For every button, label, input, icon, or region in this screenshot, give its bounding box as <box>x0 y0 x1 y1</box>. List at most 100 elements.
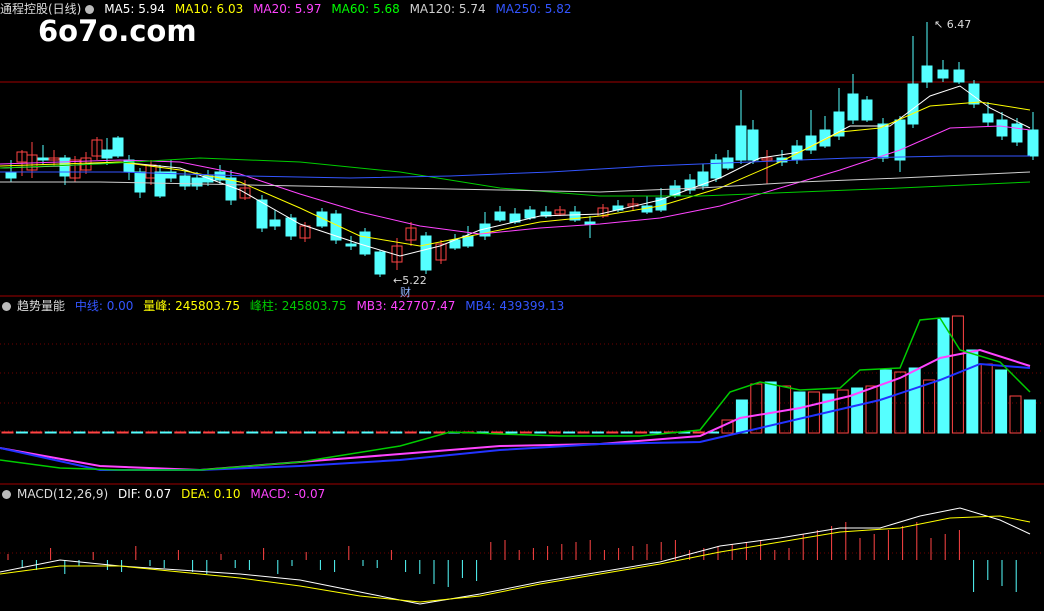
candle-body <box>747 129 759 161</box>
volume-bar <box>606 431 619 434</box>
vol-peak-label: 量峰: 245803.75 <box>143 299 241 313</box>
vol-midline-label: 中线: 0.00 <box>74 299 134 313</box>
indicator-toggle-dot[interactable] <box>85 5 95 14</box>
candle-body <box>877 123 889 159</box>
volume-bar <box>505 431 518 434</box>
vol-peak-line <box>0 317 1031 471</box>
candle-body <box>345 243 357 247</box>
ma250-label: MA250: 5.82 <box>495 2 572 16</box>
volume-bar <box>44 431 57 434</box>
volume-bar <box>534 431 547 434</box>
volume-bar <box>30 431 43 434</box>
volume-bar <box>1 431 14 434</box>
candle-body <box>996 119 1008 137</box>
volume-bar <box>231 431 244 434</box>
vol-peakbar-label: 峰柱: 245803.75 <box>249 299 347 313</box>
vol-mb3-label: MB3: 427707.47 <box>356 299 456 313</box>
volume-bar <box>361 431 374 434</box>
volume-bar <box>87 431 100 434</box>
volume-bar <box>289 431 302 434</box>
candle-body <box>37 157 49 161</box>
macd-dif-line <box>0 507 1031 605</box>
candle-body <box>165 171 177 179</box>
volume-bar <box>923 379 936 434</box>
volume-bar <box>1023 399 1036 434</box>
candle-body <box>982 113 994 123</box>
candle-body <box>861 99 873 121</box>
volume-bar <box>145 431 158 434</box>
candle-body <box>937 69 949 79</box>
candle-body <box>584 221 596 225</box>
volume-bar <box>879 369 892 434</box>
volume-bar <box>793 391 806 434</box>
volume-bar <box>491 431 504 434</box>
volume-bar <box>692 431 705 434</box>
candle-body <box>953 69 965 83</box>
volume-bar <box>260 431 273 434</box>
candle-body <box>269 219 281 227</box>
volume-panel-title: 趋势量能 <box>17 299 66 313</box>
watermark-logo: 6o7o.com <box>38 14 197 48</box>
volume-bar <box>159 431 172 434</box>
volume-bar <box>519 431 532 434</box>
candle-body <box>494 211 506 221</box>
volume-bar <box>131 431 144 434</box>
volume-bar <box>807 391 820 434</box>
volume-bar <box>577 431 590 434</box>
candle-body <box>374 251 386 275</box>
candle-body <box>316 211 328 227</box>
volume-bar <box>649 431 662 434</box>
volume-bar <box>995 369 1008 434</box>
candle-body <box>112 137 124 157</box>
volume-bar <box>390 431 403 434</box>
macd-panel-header: MACD(12,26,9) DIF: 0.07 DEA: 0.10 MACD: … <box>0 485 331 503</box>
ma120-label: MA120: 5.74 <box>409 2 486 16</box>
candle-body <box>524 209 536 219</box>
volume-bar <box>275 431 288 434</box>
vol-mb4-label: MB4: 439399.13 <box>465 299 565 313</box>
candle-body <box>420 235 432 271</box>
volume-bar <box>203 431 216 434</box>
candle-body <box>59 157 71 177</box>
volume-bar <box>59 431 72 434</box>
volume-bar <box>188 431 201 434</box>
candle-body <box>179 175 191 187</box>
candle-body <box>710 159 722 179</box>
candle-body <box>1027 129 1039 157</box>
macd-dea-label: DEA: 0.10 <box>181 487 241 501</box>
vol-mb3-line <box>0 348 1031 472</box>
candle-body <box>5 171 17 179</box>
volume-bar <box>966 349 979 434</box>
volume-bar <box>419 431 432 434</box>
candle-body <box>1011 123 1023 143</box>
volume-bar <box>908 367 921 434</box>
indicator-toggle-dot[interactable] <box>2 302 11 311</box>
vol-mb4-line <box>0 362 1031 471</box>
volume-bar <box>1009 395 1022 434</box>
volume-bar <box>318 431 331 434</box>
volume-bar <box>563 431 576 434</box>
candle-body <box>847 93 859 121</box>
indicator-toggle-dot[interactable] <box>2 490 11 499</box>
volume-bar <box>635 431 648 434</box>
candle-body <box>359 231 371 255</box>
high-price-label: ↖ 6.47 <box>934 18 972 31</box>
volume-bar <box>591 431 604 434</box>
volume-bar <box>303 431 316 434</box>
candle-body <box>921 65 933 83</box>
candle-body <box>191 177 203 187</box>
ma60-label: MA60: 5.68 <box>331 2 400 16</box>
volume-bar <box>347 431 360 434</box>
volume-bar <box>865 385 878 434</box>
volume-bar <box>332 431 345 434</box>
macd-panel-title: MACD(12,26,9) <box>17 487 109 501</box>
volume-bar <box>73 431 86 434</box>
volume-bar <box>246 431 259 434</box>
candle-body <box>894 119 906 161</box>
volume-bar <box>217 431 230 434</box>
volume-panel-header: 趋势量能 中线: 0.00 量峰: 245803.75 峰柱: 245803.7… <box>0 297 570 315</box>
volume-bar <box>102 431 115 434</box>
volume-bar <box>375 431 388 434</box>
ma20-label: MA20: 5.97 <box>253 2 322 16</box>
volume-bar <box>433 431 446 434</box>
